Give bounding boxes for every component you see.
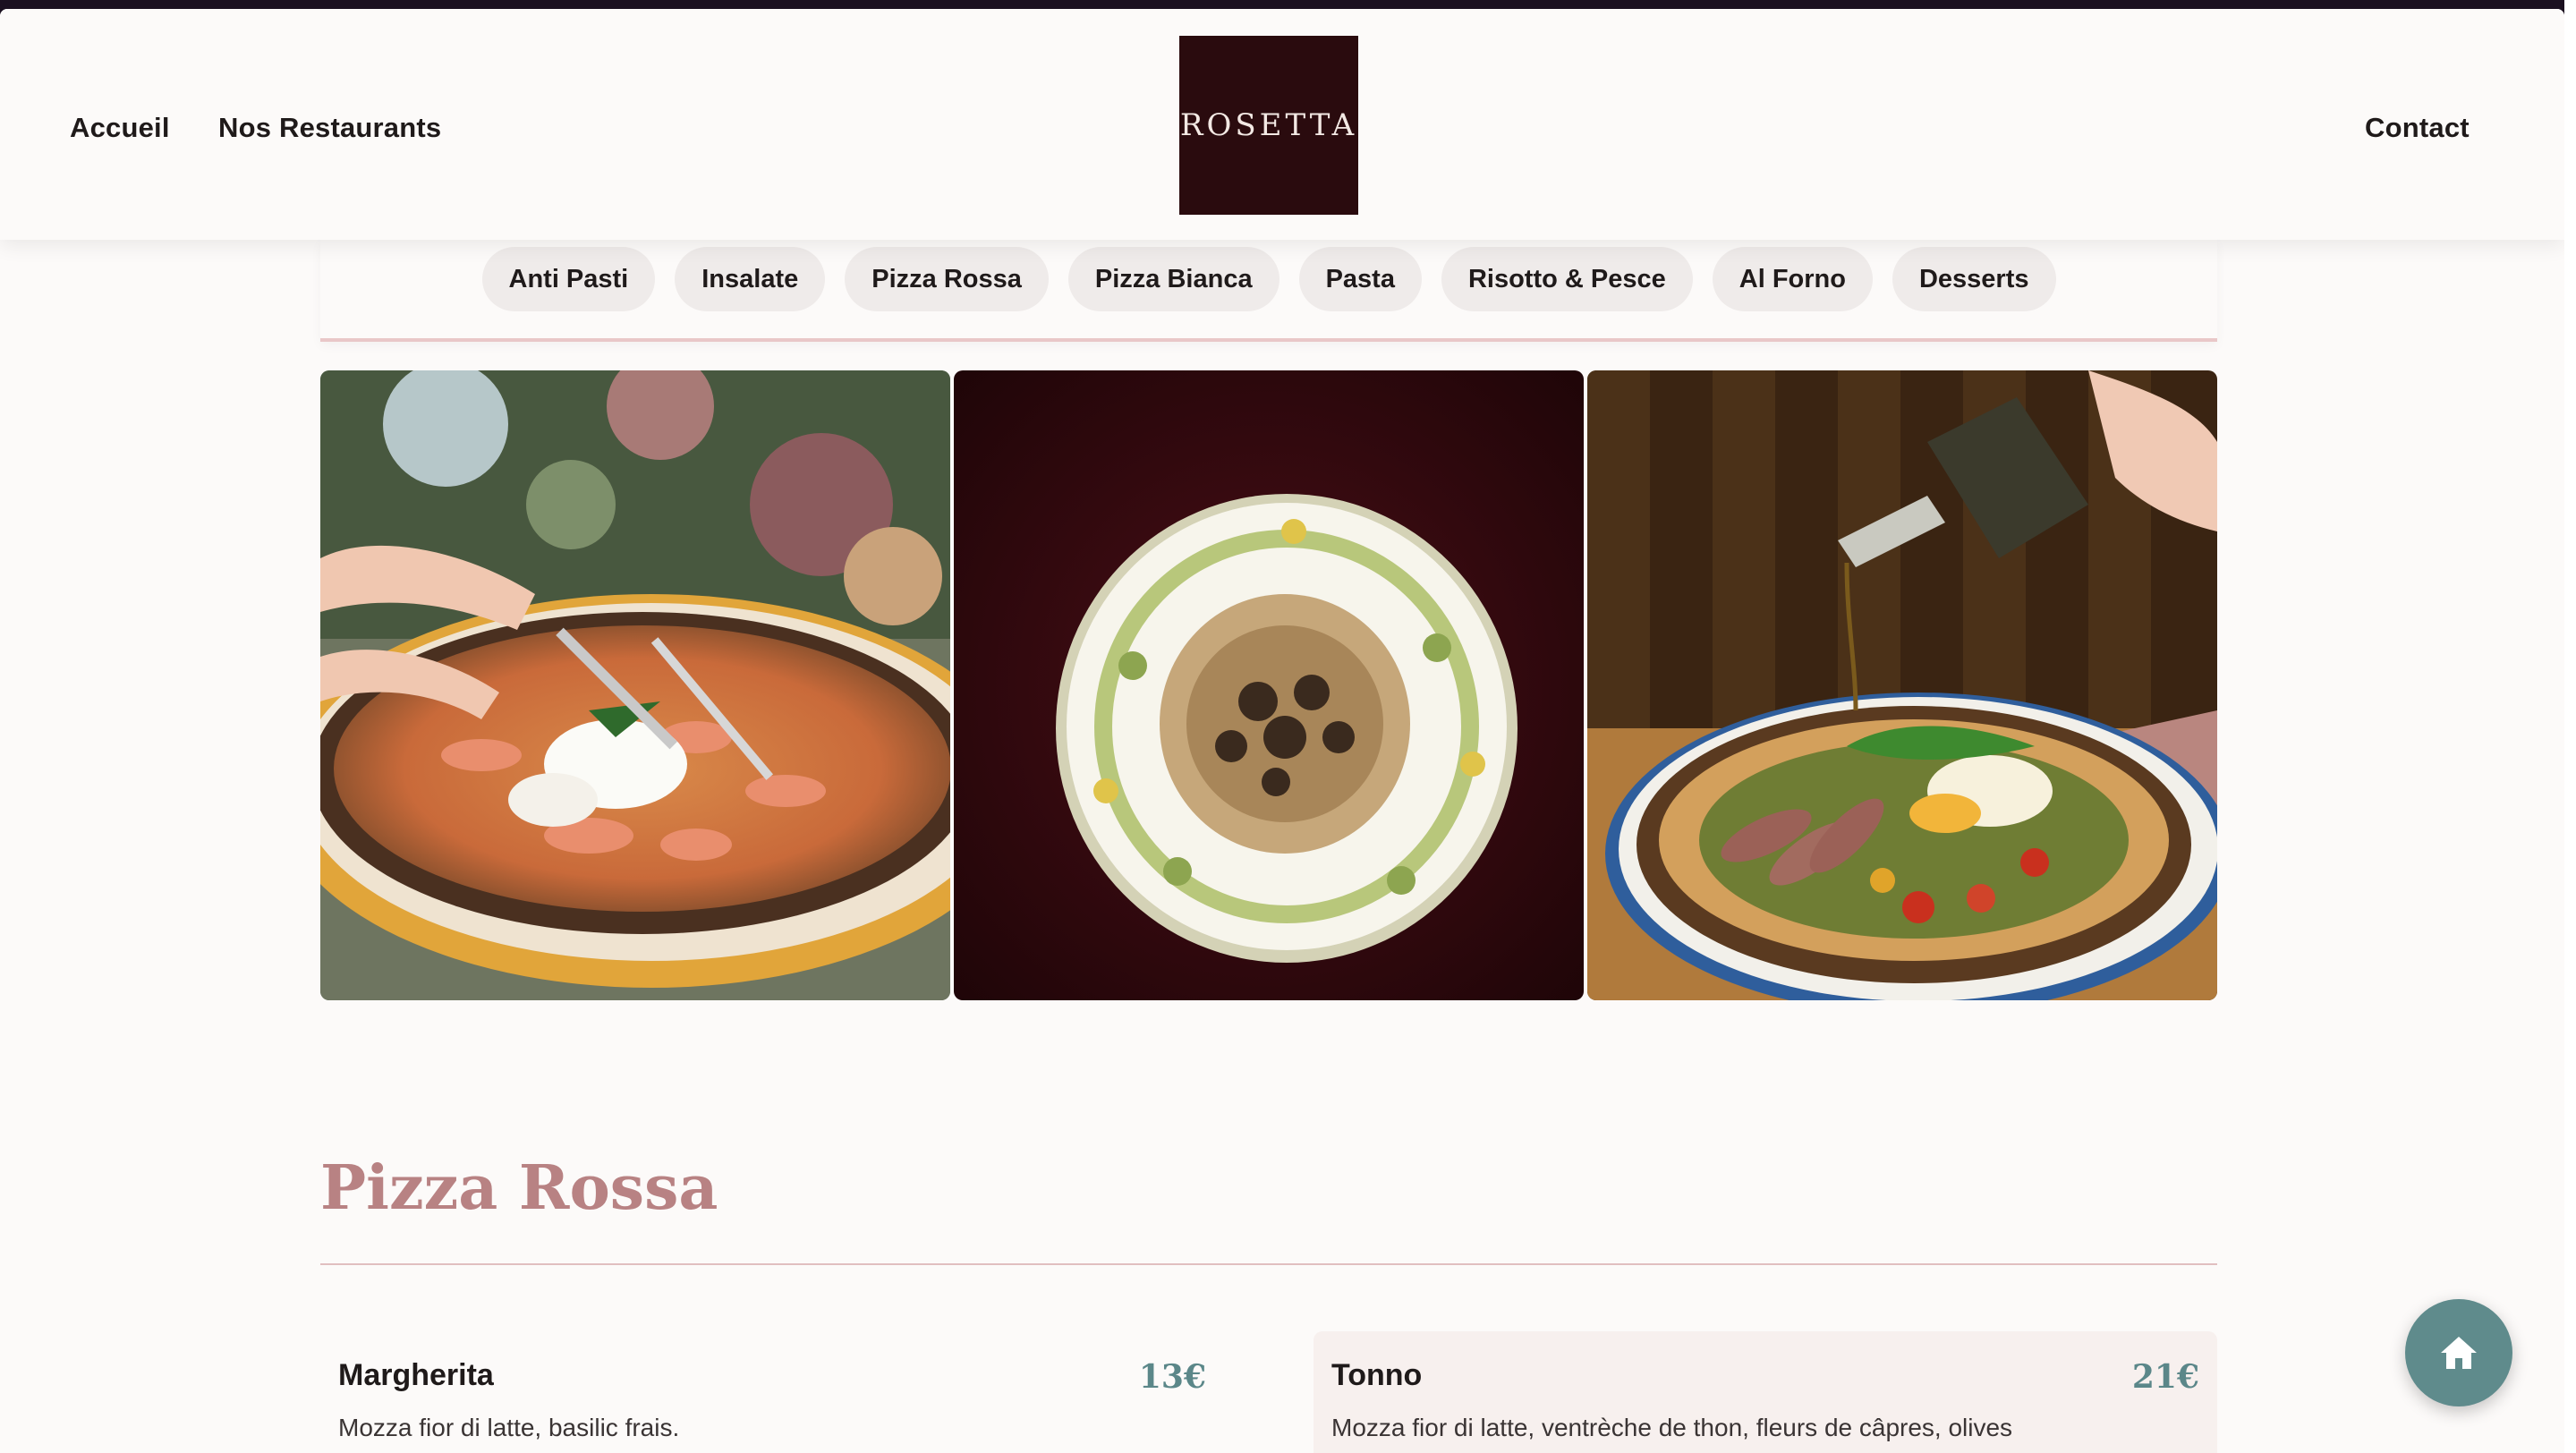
site-header: Accueil Nos Restaurants ROSETTA Contact bbox=[0, 9, 2564, 240]
menu-item-price: 13€ bbox=[1138, 1358, 1206, 1396]
menu-item-margherita: Margherita 13€ Mozza fior di latte, basi… bbox=[320, 1331, 1224, 1453]
nav-link-accueil[interactable]: Accueil bbox=[70, 112, 170, 144]
rosetta-logo[interactable]: ROSETTA bbox=[1179, 36, 1358, 215]
menu-item-description: Mozza fior di latte, ventrèche de thon, … bbox=[1331, 1414, 2013, 1441]
pizza-burrata-photo bbox=[320, 370, 950, 1000]
category-chip-desserts[interactable]: Desserts bbox=[1892, 247, 2056, 311]
page: Accueil Nos Restaurants ROSETTA Contact … bbox=[0, 9, 2564, 1453]
window-edge bbox=[2564, 0, 2576, 1453]
category-chip-pizza-bianca[interactable]: Pizza Bianca bbox=[1067, 247, 1279, 311]
nav-link-contact[interactable]: Contact bbox=[2365, 112, 2470, 144]
section-divider bbox=[320, 1263, 2217, 1265]
menu-item-name: Margherita bbox=[338, 1358, 494, 1392]
category-chip-risotto-pesce[interactable]: Risotto & Pesce bbox=[1441, 247, 1693, 311]
category-chip-pasta[interactable]: Pasta bbox=[1298, 247, 1422, 311]
menu-item-price: 21€ bbox=[2131, 1358, 2199, 1396]
dish-gallery bbox=[320, 370, 2217, 1000]
truffle-pasta-photo bbox=[954, 370, 1584, 1000]
nav-link-restaurants[interactable]: Nos Restaurants bbox=[218, 112, 441, 144]
category-chip-row: Anti Pasti Insalate Pizza Rossa Pizza Bi… bbox=[320, 247, 2217, 311]
category-chip-anti-pasti[interactable]: Anti Pasti bbox=[481, 247, 656, 311]
category-chip-al-forno[interactable]: Al Forno bbox=[1712, 247, 1873, 311]
home-icon bbox=[2441, 1337, 2477, 1369]
menu-item-description: Mozza fior di latte, basilic frais. bbox=[338, 1414, 680, 1441]
section-title-pizza-rossa: Pizza Rossa bbox=[320, 1152, 718, 1224]
category-chip-pizza-rossa[interactable]: Pizza Rossa bbox=[845, 247, 1049, 311]
logo-text: ROSETTA bbox=[1179, 107, 1358, 143]
category-nav: Anti Pasti Insalate Pizza Rossa Pizza Bi… bbox=[320, 240, 2217, 342]
menu-item-tonno: Tonno 21€ Mozza fior di latte, ventrèche… bbox=[1314, 1331, 2217, 1453]
menu-item-name: Tonno bbox=[1331, 1358, 1423, 1392]
home-fab-button[interactable] bbox=[2405, 1299, 2512, 1406]
category-chip-insalate[interactable]: Insalate bbox=[675, 247, 826, 311]
pizza-olive-oil-photo bbox=[1587, 370, 2217, 1000]
